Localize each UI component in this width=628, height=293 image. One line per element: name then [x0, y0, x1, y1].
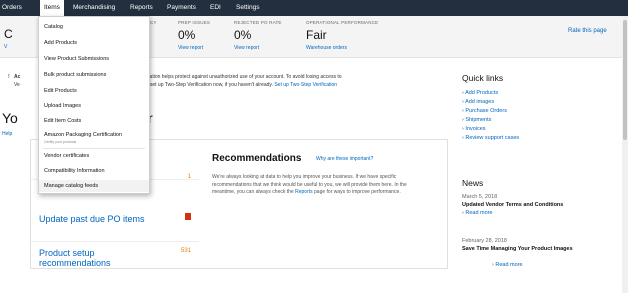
- news-title[interactable]: Updated Vendor Terms and Conditions: [462, 201, 612, 209]
- nav-payments[interactable]: Payments: [167, 0, 196, 16]
- prep-issues-label: PREP ISSUES: [178, 20, 211, 25]
- nav-settings[interactable]: Settings: [236, 0, 260, 16]
- scrollbar-thumb[interactable]: [623, 20, 627, 140]
- operational-performance-value: Fair: [306, 28, 327, 42]
- menu-item-edit-products[interactable]: Edit Products: [39, 88, 149, 94]
- quick-link-review-support-cases[interactable]: › Review support cases: [462, 134, 612, 143]
- warehouse-orders-link[interactable]: Warehouse orders: [306, 45, 378, 51]
- news-item: March 5, 2018 Updated Vendor Terms and C…: [462, 193, 612, 217]
- alert-line-1-text: o-Step Verification helps protect agains…: [119, 74, 342, 80]
- rejected-po-rate-label: REJECTED PO RATE: [234, 20, 282, 25]
- news-read-more-link[interactable]: › Read more: [462, 209, 612, 217]
- news-date: March 5, 2018: [462, 194, 498, 200]
- alert-marker-icon: !: [8, 74, 10, 80]
- metric-cropped-label: CY: [150, 20, 157, 25]
- metric-prep-issues: PREP ISSUES 0% View report: [178, 20, 210, 51]
- alert-line-2-head: Ve: [14, 82, 20, 88]
- packaging-certification-subtext: Certify your products: [44, 140, 77, 144]
- prep-issues-view-report-link[interactable]: View report: [178, 45, 210, 51]
- nav-orders[interactable]: Orders: [2, 0, 22, 16]
- nav-merchandising[interactable]: Merchandising: [73, 0, 115, 16]
- rejected-po-view-report-link[interactable]: View report: [234, 45, 282, 51]
- quick-link-invoices[interactable]: › Invoices: [462, 125, 612, 134]
- rejected-po-rate-value: 0%: [234, 28, 252, 42]
- menu-item-view-product-submissions[interactable]: View Product Submissions: [39, 56, 149, 62]
- quick-link-add-products[interactable]: › Add Products: [462, 89, 612, 98]
- menu-item-vendor-certificates[interactable]: Vendor certificates: [39, 153, 149, 159]
- page-title-left: Yo: [2, 110, 18, 126]
- help-link[interactable]: Help: [2, 131, 12, 137]
- metric-partial: C V: [4, 24, 13, 50]
- past-due-flag-icon: [185, 213, 191, 220]
- nav-edi[interactable]: EDI: [210, 0, 221, 16]
- menu-item-bulk-product-submissions[interactable]: Bulk product submissions: [39, 72, 149, 78]
- nav-reports[interactable]: Reports: [130, 0, 153, 16]
- news-item: February 28, 2018 Save Time Managing You…: [462, 237, 612, 268]
- news-heading: News: [462, 178, 484, 188]
- metric-operational-performance: OPERATIONAL PERFORMANCE Fair Warehouse o…: [306, 20, 378, 51]
- recommendations-heading: Recommendations: [212, 153, 302, 164]
- metric-partial-link[interactable]: V: [4, 44, 13, 50]
- reports-link[interactable]: Reports: [295, 189, 313, 195]
- product-setup-recommendations-link[interactable]: Product setup recommendations: [39, 248, 149, 268]
- items-dropdown-menu: Catalog Add Products View Product Submis…: [38, 16, 150, 194]
- quick-link-purchase-orders[interactable]: › Purchase Orders: [462, 107, 612, 116]
- news-date: February 28, 2018: [462, 238, 507, 244]
- setup-two-step-link[interactable]: Set up Two-Step Verification: [274, 82, 337, 88]
- alert-title: Ac: [14, 74, 21, 80]
- page-title: Yo r: [2, 110, 153, 126]
- update-past-due-po-link[interactable]: Update past due PO items: [39, 214, 145, 224]
- page-scrollbar[interactable]: [622, 16, 628, 293]
- news-title[interactable]: Save Time Managing Your Product Images: [462, 245, 580, 253]
- top-navigation-bar: Orders Items Merchandising Reports Payme…: [0, 0, 628, 16]
- operational-performance-label: OPERATIONAL PERFORMANCE: [306, 20, 379, 25]
- menu-item-add-products[interactable]: Add Products: [39, 40, 149, 46]
- menu-item-catalog[interactable]: Catalog: [39, 24, 149, 30]
- menu-item-edit-item-costs[interactable]: Edit Item Costs: [39, 118, 149, 124]
- menu-item-compatibility-information[interactable]: Compatibility Information: [39, 168, 149, 174]
- product-setup-count: 531: [180, 248, 191, 254]
- metric-rejected-po-rate: REJECTED PO RATE 0% View report: [234, 20, 282, 51]
- menu-item-amazon-packaging-certification[interactable]: Amazon Packaging Certification: [39, 132, 149, 138]
- quick-link-add-images[interactable]: › Add images: [462, 98, 612, 107]
- card-top-count: 1: [187, 174, 191, 180]
- quick-links-heading: Quick links: [462, 73, 504, 83]
- quick-links-panel: Quick links › Add Products › Add images …: [462, 73, 612, 143]
- menu-divider: [43, 148, 145, 149]
- quick-link-shipments[interactable]: › Shipments: [462, 116, 612, 125]
- news-read-more-link[interactable]: › Read more: [492, 261, 523, 269]
- rate-this-page-link[interactable]: Rate this page: [568, 28, 607, 34]
- menu-item-manage-catalog-feeds[interactable]: Manage catalog feeds: [39, 180, 149, 192]
- nav-items[interactable]: Items: [40, 0, 64, 16]
- recommendations-body-tail: page for ways to improve performance.: [314, 189, 401, 195]
- metric-cropped-label-text: CY: [150, 20, 157, 25]
- menu-item-upload-images[interactable]: Upload Images: [39, 103, 149, 109]
- metric-partial-value: C: [4, 27, 13, 41]
- card-product-setup[interactable]: Product setup recommendations 531: [31, 236, 199, 276]
- why-important-link[interactable]: Why are these important?: [316, 156, 373, 162]
- prep-issues-value: 0%: [178, 28, 196, 42]
- recommendations-body: We're always looking at data to help you…: [212, 174, 412, 197]
